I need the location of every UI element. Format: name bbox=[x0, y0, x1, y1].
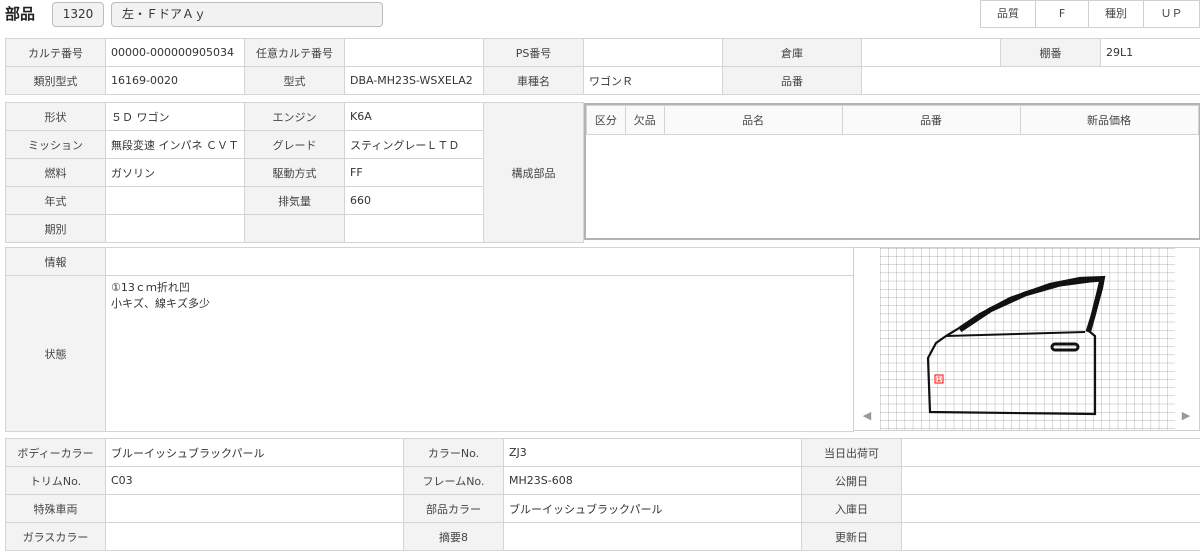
spare-value bbox=[345, 215, 484, 243]
fuel-label: 燃料 bbox=[6, 159, 106, 187]
opt-karte-label: 任意カルテ番号 bbox=[245, 39, 345, 67]
page-title: 部品 bbox=[5, 3, 35, 24]
frame-label: フレームNo. bbox=[404, 467, 504, 495]
model-label: 型式 bbox=[245, 67, 345, 95]
type-value: ＵＰ bbox=[1143, 0, 1200, 28]
fuel-value: ガソリン bbox=[106, 159, 245, 187]
drive-label: 駆動方式 bbox=[245, 159, 345, 187]
karte-table: カルテ番号 00000-000000905034 任意カルテ番号 PS番号 倉庫… bbox=[5, 38, 1200, 95]
summary-label: 摘要8 bbox=[404, 523, 504, 551]
updated-value bbox=[902, 523, 1200, 551]
same-day-label: 当日出荷可 bbox=[802, 439, 902, 467]
glass-label: ガラスカラー bbox=[6, 523, 106, 551]
special-value bbox=[106, 495, 404, 523]
ps-no-value bbox=[584, 39, 723, 67]
type-label: 種別 bbox=[1088, 0, 1143, 28]
condition-line-1: ①13ｃｍ折れ凹 bbox=[111, 280, 848, 296]
class-model-label: 類別型式 bbox=[6, 67, 106, 95]
grade-label: グレード bbox=[245, 131, 345, 159]
part-no-value bbox=[862, 67, 1200, 95]
spare-label bbox=[245, 215, 345, 243]
part-color-label: 部品カラー bbox=[404, 495, 504, 523]
colors-table: ボディーカラー ブルーイッシュブラックパール カラーNo. ZJ3 当日出荷可 … bbox=[5, 438, 1200, 551]
prev-arrow-icon[interactable]: ◀ bbox=[854, 248, 880, 430]
color-no-value: ZJ3 bbox=[504, 439, 802, 467]
components-cell: 区分 欠品 品名 品番 新品価格 bbox=[584, 103, 1200, 243]
col-keppin: 欠品 bbox=[625, 105, 664, 134]
grade-value: スティングレーＬＴＤ bbox=[345, 131, 484, 159]
shape-label: 形状 bbox=[6, 103, 106, 131]
shelf-value: 29L1 bbox=[1101, 39, 1200, 67]
displacement-value: 660 bbox=[345, 187, 484, 215]
engine-value: K6A bbox=[345, 103, 484, 131]
model-value: DBA-MH23S-WSXELA2 bbox=[345, 67, 484, 95]
period-value bbox=[106, 215, 245, 243]
part-no-label: 品番 bbox=[723, 67, 862, 95]
engine-label: エンジン bbox=[245, 103, 345, 131]
glass-value bbox=[106, 523, 404, 551]
color-no-label: カラーNo. bbox=[404, 439, 504, 467]
public-label: 公開日 bbox=[802, 467, 902, 495]
opt-karte-value bbox=[345, 39, 484, 67]
body-color-label: ボディーカラー bbox=[6, 439, 106, 467]
shape-value: ５Ｄ ワゴン bbox=[106, 103, 245, 131]
arrival-value bbox=[902, 495, 1200, 523]
col-kubun: 区分 bbox=[587, 105, 626, 134]
damage-diagram: ◀ ▶ ① bbox=[853, 247, 1200, 431]
displacement-label: 排気量 bbox=[245, 187, 345, 215]
period-label: 期別 bbox=[6, 215, 106, 243]
part-name-field[interactable]: 左・ＦドアＡｙ bbox=[111, 2, 383, 27]
col-price: 新品価格 bbox=[1020, 105, 1198, 134]
next-arrow-icon[interactable]: ▶ bbox=[1173, 248, 1199, 430]
damage-marker-label: ① bbox=[935, 375, 942, 384]
col-hinban: 品番 bbox=[842, 105, 1020, 134]
door-sketch: ① bbox=[880, 248, 1175, 430]
condition-label: 状態 bbox=[6, 276, 106, 432]
trim-value: C03 bbox=[106, 467, 404, 495]
special-label: 特殊車両 bbox=[6, 495, 106, 523]
summary-value bbox=[504, 523, 802, 551]
warehouse-value bbox=[862, 39, 1001, 67]
grid-background bbox=[880, 248, 1175, 430]
karte-no-label: カルテ番号 bbox=[6, 39, 106, 67]
specs-table: 形状 ５Ｄ ワゴン エンジン K6A 構成部品 区分 欠品 品名 品番 新品価格 bbox=[5, 102, 1200, 243]
info-value bbox=[106, 248, 854, 276]
drive-value: FF bbox=[345, 159, 484, 187]
quality-value: F bbox=[1035, 0, 1088, 28]
frame-value: MH23S-608 bbox=[504, 467, 802, 495]
same-day-value bbox=[902, 439, 1200, 467]
year-value bbox=[106, 187, 245, 215]
class-model-value: 16169-0020 bbox=[106, 67, 245, 95]
trim-label: トリムNo. bbox=[6, 467, 106, 495]
info-label: 情報 bbox=[6, 248, 106, 276]
car-name-label: 車種名 bbox=[484, 67, 584, 95]
car-name-value: ワゴンＲ bbox=[584, 67, 723, 95]
mission-value: 無段変速 インパネ ＣＶＴ bbox=[106, 131, 245, 159]
mission-label: ミッション bbox=[6, 131, 106, 159]
info-table: 情報 状態 ①13ｃｍ折れ凹 小キズ、線キズ多少 bbox=[5, 247, 854, 432]
part-code-field[interactable]: 1320 bbox=[52, 2, 104, 27]
condition-value: ①13ｃｍ折れ凹 小キズ、線キズ多少 bbox=[106, 276, 854, 432]
public-value bbox=[902, 467, 1200, 495]
components-table: 区分 欠品 品名 品番 新品価格 bbox=[586, 105, 1199, 135]
col-hinmei: 品名 bbox=[664, 105, 842, 134]
updated-label: 更新日 bbox=[802, 523, 902, 551]
part-color-value: ブルーイッシュブラックパール bbox=[504, 495, 802, 523]
components-label: 構成部品 bbox=[484, 103, 584, 243]
warehouse-label: 倉庫 bbox=[723, 39, 862, 67]
shelf-label: 棚番 bbox=[1001, 39, 1101, 67]
arrival-label: 入庫日 bbox=[802, 495, 902, 523]
quality-label: 品質 bbox=[980, 0, 1035, 28]
karte-no-value: 00000-000000905034 bbox=[106, 39, 245, 67]
condition-line-2: 小キズ、線キズ多少 bbox=[111, 296, 848, 312]
ps-no-label: PS番号 bbox=[484, 39, 584, 67]
body-color-value: ブルーイッシュブラックパール bbox=[106, 439, 404, 467]
components-panel: 区分 欠品 品名 品番 新品価格 bbox=[584, 103, 1200, 240]
year-label: 年式 bbox=[6, 187, 106, 215]
